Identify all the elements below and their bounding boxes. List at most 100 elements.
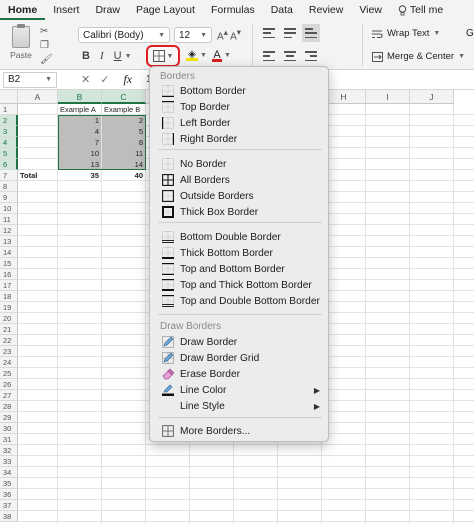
menu-item-right-border[interactable]: Right Border	[162, 131, 326, 147]
total-label[interactable]: Total	[18, 170, 57, 181]
row-header-24[interactable]: 24	[0, 357, 18, 368]
menu-item-all-borders[interactable]: All Borders	[162, 172, 326, 188]
chevron-down-icon[interactable]: ▼	[125, 53, 132, 60]
name-box[interactable]: B2 ▼	[3, 71, 57, 88]
borders-button[interactable]: ▼	[146, 45, 180, 67]
row-header-16[interactable]: 16	[0, 269, 18, 280]
row-header-4[interactable]: 4	[0, 137, 18, 148]
row-header-35[interactable]: 35	[0, 478, 18, 489]
font-size-select[interactable]: 12 ▼	[174, 27, 212, 43]
tab-data[interactable]: Data	[263, 0, 301, 20]
copy-icon[interactable]: ❐	[40, 39, 54, 53]
total-b[interactable]: 35	[58, 170, 101, 181]
fill-color-button[interactable]: ◈ ▼	[186, 49, 207, 61]
menu-item-thick-bottom-border[interactable]: Thick Bottom Border	[162, 245, 326, 261]
menu-item-more-borders[interactable]: More Borders...	[162, 423, 326, 439]
row-header-18[interactable]: 18	[0, 291, 18, 302]
total-c[interactable]: 40	[102, 170, 145, 181]
row-header-30[interactable]: 30	[0, 423, 18, 434]
font-name-select[interactable]: Calibri (Body) ▼	[78, 27, 170, 43]
row-header-2[interactable]: 2	[0, 115, 18, 126]
italic-button[interactable]: I	[100, 50, 104, 62]
row-header-23[interactable]: 23	[0, 346, 18, 357]
menu-item-left-border[interactable]: Left Border	[162, 115, 326, 131]
row-header-3[interactable]: 3	[0, 126, 18, 137]
row-header-36[interactable]: 36	[0, 489, 18, 500]
column-header-c[interactable]: C	[102, 90, 146, 104]
menu-item-erase-border[interactable]: Erase Border	[162, 366, 326, 382]
row-header-13[interactable]: 13	[0, 236, 18, 247]
row-header-26[interactable]: 26	[0, 379, 18, 390]
row-header-9[interactable]: 9	[0, 192, 18, 203]
row-header-31[interactable]: 31	[0, 434, 18, 445]
font-color-button[interactable]: A ▼	[212, 49, 231, 62]
tell-me-search[interactable]: Tell me	[390, 0, 451, 20]
row-header-34[interactable]: 34	[0, 467, 18, 478]
menu-item-top-and-double-bottom-border[interactable]: Top and Double Bottom Border	[162, 293, 326, 309]
align-left-icon[interactable]	[263, 50, 275, 62]
column-header-b[interactable]: B	[58, 90, 102, 104]
select-all-corner[interactable]	[0, 90, 18, 104]
row-header-7[interactable]: 7	[0, 170, 18, 181]
align-middle-icon[interactable]	[284, 27, 296, 39]
column-header-i[interactable]: I	[366, 90, 410, 104]
menu-item-line-style[interactable]: Line Style ▶	[162, 398, 326, 414]
paste-button[interactable]: Paste	[8, 24, 34, 60]
header-example-b[interactable]: Example B	[102, 104, 145, 115]
align-top-icon[interactable]	[263, 27, 275, 39]
tab-draw[interactable]: Draw	[87, 0, 128, 20]
row-header-27[interactable]: 27	[0, 390, 18, 401]
row-header-37[interactable]: 37	[0, 500, 18, 511]
row-header-8[interactable]: 8	[0, 181, 18, 192]
menu-item-thick-box-border[interactable]: Thick Box Border	[162, 204, 326, 220]
align-bottom-icon[interactable]	[302, 24, 320, 42]
row-header-1[interactable]: 1	[0, 104, 18, 115]
align-right-icon[interactable]	[305, 50, 317, 62]
underline-button[interactable]: U	[114, 50, 122, 62]
header-example-a[interactable]: Example A	[58, 104, 101, 115]
tab-insert[interactable]: Insert	[45, 0, 87, 20]
column-header-a[interactable]: A	[18, 90, 58, 104]
row-header-32[interactable]: 32	[0, 445, 18, 456]
row-header-12[interactable]: 12	[0, 225, 18, 236]
row-header-28[interactable]: 28	[0, 401, 18, 412]
menu-item-top-and-thick-bottom-border[interactable]: Top and Thick Bottom Border	[162, 277, 326, 293]
row-header-5[interactable]: 5	[0, 148, 18, 159]
row-header-38[interactable]: 38	[0, 511, 18, 522]
menu-item-bottom-border[interactable]: Bottom Border	[162, 83, 326, 99]
row-header-15[interactable]: 15	[0, 258, 18, 269]
column-header-j[interactable]: J	[410, 90, 454, 104]
tab-review[interactable]: Review	[301, 0, 351, 20]
row-header-14[interactable]: 14	[0, 247, 18, 258]
tab-home[interactable]: Home	[0, 0, 46, 20]
cut-icon[interactable]: ✂	[40, 25, 54, 39]
row-header-33[interactable]: 33	[0, 456, 18, 467]
menu-item-draw-border-grid[interactable]: Draw Border Grid	[162, 350, 326, 366]
merge-center-button[interactable]: Merge & Center ▼	[372, 51, 465, 62]
menu-item-line-color[interactable]: Line Color ▶	[162, 382, 326, 398]
row-header-21[interactable]: 21	[0, 324, 18, 335]
menu-item-bottom-double-border[interactable]: Bottom Double Border	[162, 229, 326, 245]
menu-item-outside-borders[interactable]: Outside Borders	[162, 188, 326, 204]
row-header-10[interactable]: 10	[0, 203, 18, 214]
row-header-25[interactable]: 25	[0, 368, 18, 379]
menu-item-draw-border[interactable]: Draw Border	[162, 334, 326, 350]
tab-formulas[interactable]: Formulas	[203, 0, 263, 20]
menu-item-no-border[interactable]: No Border	[162, 156, 326, 172]
row-header-20[interactable]: 20	[0, 313, 18, 324]
row-header-6[interactable]: 6	[0, 159, 18, 170]
row-header-11[interactable]: 11	[0, 214, 18, 225]
row-header-17[interactable]: 17	[0, 280, 18, 291]
cancel-icon[interactable]: ✕	[81, 73, 90, 86]
menu-item-top-and-bottom-border[interactable]: Top and Bottom Border	[162, 261, 326, 277]
row-header-19[interactable]: 19	[0, 302, 18, 313]
align-center-icon[interactable]	[284, 50, 296, 62]
check-icon[interactable]: ✓	[100, 73, 109, 86]
tab-page-layout[interactable]: Page Layout	[128, 0, 203, 20]
bold-button[interactable]: B	[82, 50, 90, 62]
font-size-grow-shrink[interactable]: A▴ A▾	[217, 27, 241, 42]
fx-insert-function[interactable]: fx	[123, 72, 132, 87]
tab-view[interactable]: View	[351, 0, 390, 20]
menu-item-top-border[interactable]: Top Border	[162, 99, 326, 115]
format-painter-icon[interactable]: 🖌	[40, 53, 54, 67]
